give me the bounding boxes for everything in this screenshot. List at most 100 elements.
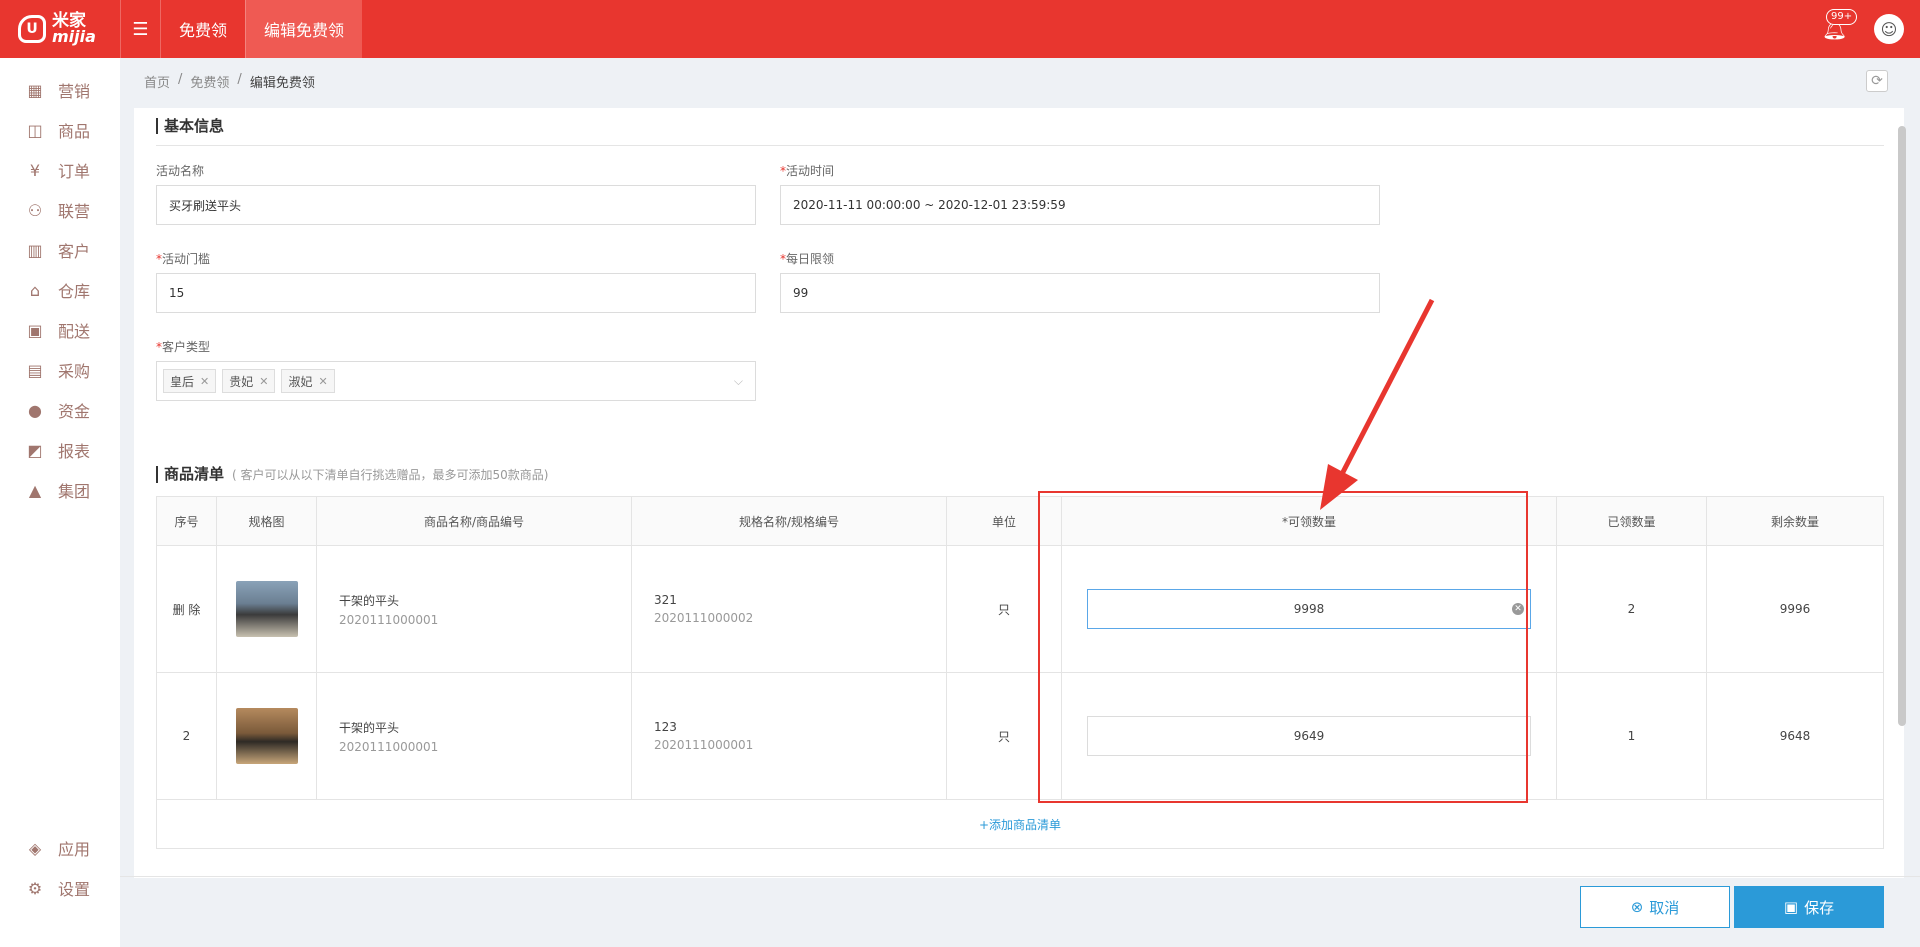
group-icon: ▲ bbox=[28, 480, 42, 500]
sidebar-item-joint[interactable]: ⚇ 联营 bbox=[0, 190, 120, 230]
scrollbar[interactable] bbox=[1898, 126, 1906, 726]
breadcrumb-home[interactable]: 首页 bbox=[144, 72, 170, 91]
close-icon[interactable]: ✕ bbox=[200, 375, 209, 388]
save-icon: ▣ bbox=[1783, 898, 1799, 916]
mi-logo-icon: U bbox=[18, 15, 46, 43]
qty-cell: 9998 ✕ bbox=[1062, 546, 1557, 672]
col-qty: *可领数量 bbox=[1062, 497, 1557, 545]
sidebar-item-label: 商品 bbox=[58, 122, 91, 141]
sidebar-item-marketing[interactable]: ▦ 营销 bbox=[0, 70, 120, 110]
quantity-input[interactable]: 9649 bbox=[1087, 716, 1531, 756]
save-button[interactable]: ▣ 保存 bbox=[1734, 886, 1884, 928]
close-circle-icon: ⊗ bbox=[1630, 898, 1644, 916]
sidebar-item-group[interactable]: ▲ 集团 bbox=[0, 470, 120, 510]
label-text: 活动时间 bbox=[786, 164, 835, 178]
spec-code: 2020111000001 bbox=[654, 738, 754, 752]
sidebar-item-goods[interactable]: ◫ 商品 bbox=[0, 110, 120, 150]
col-goods: 商品名称/商品编号 bbox=[317, 497, 632, 545]
divider bbox=[156, 145, 1884, 146]
sidebar-item-apps[interactable]: ◈ 应用 bbox=[0, 828, 120, 868]
users-icon: ⚇ bbox=[27, 200, 43, 220]
customer-type-label: *客户类型 bbox=[156, 338, 210, 355]
box-icon: ◈ bbox=[28, 838, 42, 858]
breadcrumb-parent[interactable]: 免费领 bbox=[190, 72, 229, 91]
warehouse-icon: ⌂ bbox=[29, 280, 41, 300]
customer-tag: 皇后 ✕ bbox=[163, 369, 217, 393]
tab-free-claim[interactable]: 免费领 bbox=[160, 0, 245, 58]
goods-hint: ( 客户可以从以下清单自行挑选赠品，最多可添加50款商品) bbox=[232, 468, 549, 482]
customer-tag: 淑妃 ✕ bbox=[281, 369, 335, 393]
avatar[interactable]: ☺ bbox=[1874, 14, 1904, 44]
sidebar-item-label: 应用 bbox=[58, 840, 91, 859]
close-icon[interactable]: ✕ bbox=[318, 375, 327, 388]
basket-icon: ▤ bbox=[27, 360, 43, 380]
shop-icon: ▦ bbox=[27, 80, 43, 100]
spec-name: 123 bbox=[654, 720, 677, 734]
cancel-label: 取消 bbox=[1649, 898, 1680, 917]
activity-name-input[interactable]: 买牙刷送平头 bbox=[156, 185, 756, 225]
tab-edit-free-claim[interactable]: 编辑免费领 bbox=[245, 0, 363, 58]
label-text: 客户类型 bbox=[162, 340, 211, 354]
customer-tag: 贵妃 ✕ bbox=[222, 369, 276, 393]
tag-label: 淑妃 bbox=[288, 374, 313, 389]
sidebar-item-label: 集团 bbox=[58, 482, 91, 501]
col-taken: 已领数量 bbox=[1557, 497, 1707, 545]
quantity-value: 9649 bbox=[1293, 729, 1325, 743]
threshold-label: *活动门槛 bbox=[156, 250, 210, 267]
section-title-goods: 商品清单 ( 客户可以从以下清单自行挑选赠品，最多可添加50款商品) bbox=[156, 466, 548, 483]
sidebar-item-customers[interactable]: ▥ 客户 bbox=[0, 230, 120, 270]
spec-name: 321 bbox=[654, 593, 677, 607]
activity-name-label: 活动名称 bbox=[156, 162, 204, 179]
daily-limit-label: *每日限领 bbox=[780, 250, 834, 267]
cancel-button[interactable]: ⊗ 取消 bbox=[1580, 886, 1730, 928]
gear-icon: ⚙ bbox=[27, 878, 43, 898]
sidebar-item-label: 客户 bbox=[58, 242, 91, 261]
activity-time-input[interactable]: 2020-11-11 00:00:00 ~ 2020-12-01 23:59:5… bbox=[780, 185, 1380, 225]
footer-divider bbox=[120, 876, 1920, 877]
bag-icon: ◫ bbox=[27, 120, 43, 140]
section-title-text: 商品清单 bbox=[164, 465, 225, 483]
spec-image-cell bbox=[217, 546, 317, 672]
spec-cell: 321 2020111000002 bbox=[632, 546, 947, 672]
sidebar-item-settings[interactable]: ⚙ 设置 bbox=[0, 868, 120, 908]
product-thumbnail bbox=[235, 581, 298, 637]
clear-icon[interactable]: ✕ bbox=[1512, 603, 1524, 615]
notification-badge: 99+ bbox=[1826, 9, 1858, 25]
daily-limit-input[interactable]: 99 bbox=[780, 273, 1380, 313]
mijia-logo[interactable]: U 米家 mijia bbox=[0, 0, 120, 58]
spec-code: 2020111000002 bbox=[654, 611, 754, 625]
sidebar-item-label: 仓库 bbox=[58, 282, 91, 301]
breadcrumb-sep: / bbox=[237, 72, 242, 87]
building-icon: ▥ bbox=[27, 240, 43, 260]
bell-icon[interactable]: 🔔︎ 99+ bbox=[1822, 9, 1858, 41]
refresh-icon[interactable]: ⟳ bbox=[1866, 70, 1888, 92]
close-icon[interactable]: ✕ bbox=[259, 375, 268, 388]
sidebar-item-label: 资金 bbox=[58, 402, 91, 421]
quantity-input[interactable]: 9998 ✕ bbox=[1087, 589, 1531, 629]
truck-icon: ▣ bbox=[27, 320, 43, 340]
spec-image-cell bbox=[217, 673, 317, 799]
sidebar-item-delivery[interactable]: ▣ 配送 bbox=[0, 310, 120, 350]
add-goods-link[interactable]: +添加商品清单 bbox=[157, 800, 1883, 848]
activity-time-label: *活动时间 bbox=[780, 162, 834, 179]
threshold-input[interactable]: 15 bbox=[156, 273, 756, 313]
col-unit: 单位 bbox=[947, 497, 1062, 545]
quantity-value: 9998 bbox=[1293, 602, 1325, 616]
menu-toggle-icon[interactable]: ☰ bbox=[120, 0, 160, 58]
table-header: 序号 规格图 商品名称/商品编号 规格名称/规格编号 单位 *可领数量 已领数量… bbox=[157, 497, 1883, 546]
goods-code: 2020111000001 bbox=[339, 739, 439, 754]
sidebar-item-warehouse[interactable]: ⌂ 仓库 bbox=[0, 270, 120, 310]
remain-cell: 9996 bbox=[1779, 602, 1811, 616]
sidebar-item-purchase[interactable]: ▤ 采购 bbox=[0, 350, 120, 390]
tag-label: 贵妃 bbox=[229, 374, 254, 389]
product-thumbnail bbox=[235, 708, 298, 764]
customer-type-select[interactable]: 皇后 ✕ 贵妃 ✕ 淑妃 ✕ ⌵ bbox=[156, 361, 756, 401]
col-spec: 规格名称/规格编号 bbox=[632, 497, 947, 545]
goods-name: 干架的平头 bbox=[339, 593, 400, 608]
delete-link[interactable]: 删 除 bbox=[157, 546, 217, 672]
sidebar-item-funds[interactable]: ● 资金 bbox=[0, 390, 120, 430]
top-bar: U 米家 mijia ☰ 免费领 编辑免费领 🔔︎ 99+ ☺ bbox=[0, 0, 1920, 58]
sidebar-item-orders[interactable]: ¥ 订单 bbox=[0, 150, 120, 190]
sidebar-item-reports[interactable]: ◩ 报表 bbox=[0, 430, 120, 470]
sidebar-item-label: 订单 bbox=[58, 162, 91, 181]
